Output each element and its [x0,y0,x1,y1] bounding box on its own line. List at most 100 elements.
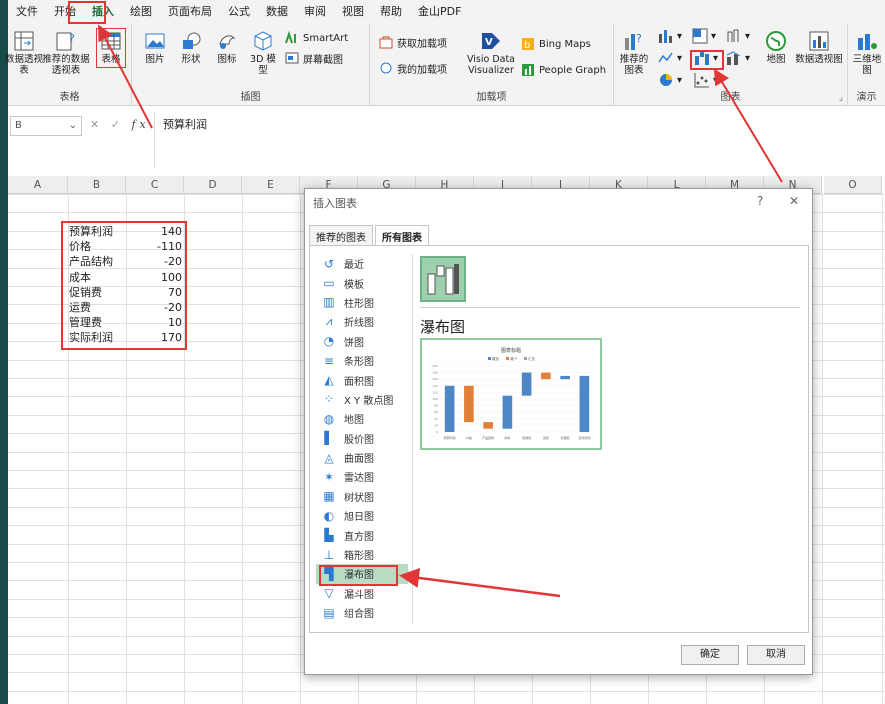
column-header[interactable]: B [68,176,126,194]
people-graph-button[interactable]: People Graph [520,62,606,78]
enter-icon[interactable]: ✓ [111,118,124,131]
waterfall-preview-chart: 图表标题增加 减少 汇总200180160140120100806040200预算利… [432,347,594,440]
column-header[interactable]: C [126,176,184,194]
column-header[interactable]: D [184,176,242,194]
cancel-button[interactable]: 取消 [747,645,805,665]
legend-label: 减少 [510,356,518,361]
y-tick-label: 60 [434,410,438,414]
menu-review[interactable]: 审阅 [296,0,334,24]
chart-type-item[interactable]: ⩘ 折线图 [316,312,408,331]
menu-kingsoft-pdf[interactable]: 金山PDF [410,0,469,24]
icons-icon [215,30,239,52]
recommended-charts-label: 推荐的图表 [619,54,649,76]
column-header[interactable]: O [824,176,882,194]
chart-type-item[interactable]: ≡ 条形图 [316,351,408,370]
chart-type-item[interactable]: ⁘ X Y 散点图 [316,390,408,409]
legend-swatch [524,357,527,360]
legend-swatch [488,357,491,360]
divider [412,254,413,624]
cancel-icon[interactable]: ✕ [90,118,103,131]
formula-input[interactable]: 预算利润 [154,112,885,168]
menu-view[interactable]: 视图 [334,0,372,24]
chart-type-item[interactable]: ✶ 雷达图 [316,467,408,486]
shapes-button[interactable]: 形状 [176,30,206,65]
column-header[interactable]: A [8,176,68,194]
chart-type-item[interactable]: ⊥ 箱形图 [316,545,408,564]
combo-chart-button[interactable]: ▾ [726,50,750,66]
ok-button[interactable]: 确定 [681,645,739,665]
menu-formulas[interactable]: 公式 [220,0,258,24]
bing-maps-button[interactable]: b Bing Maps [520,36,591,52]
y-tick-label: 140 [432,384,438,388]
chart-type-item[interactable]: ▙ 直方图 [316,525,408,544]
3d-map-button[interactable]: 三维地图 [850,30,884,76]
waterfall-subtype-option[interactable] [420,256,466,302]
hierarchy-chart-button[interactable]: ▾ [692,28,716,44]
get-addins-button[interactable]: 获取加载项 [378,34,447,50]
x-category-label: 产品结构 [482,435,494,440]
chart-type-label: 折线图 [344,318,374,330]
smartart-button[interactable]: SmartArt [284,30,348,46]
chart-type-item[interactable]: ◭ 面积图 [316,370,408,389]
screenshot-button[interactable]: 屏幕截图 [284,50,343,66]
chart-type-item[interactable]: ◔ 饼图 [316,332,408,351]
3d-models-button[interactable]: 3D 模型 [246,30,280,76]
statistic-chart-button[interactable]: ▾ [726,28,750,44]
chart-type-icon: ↺ [323,256,335,271]
scatter-chart-button[interactable]: ▾ [694,72,718,88]
tab-all-charts[interactable]: 所有图表 [375,225,429,245]
column-chart-button[interactable]: ▾ [658,28,682,44]
menu-help[interactable]: 帮助 [372,0,410,24]
recommended-pivot-button[interactable]: ? 推荐的数据透视表 [40,30,92,76]
chart-type-item[interactable]: ▦ 树状图 [316,487,408,506]
y-tick-label: 100 [432,397,438,401]
chart-type-item[interactable]: ▥ 柱形图 [316,293,408,312]
chart-type-icon: ◬ [324,450,334,465]
people-graph-icon [520,62,536,78]
pivot-table-label: 数据透视表 [4,54,43,76]
dropdown-arrow: ▾ [677,30,683,42]
column-header[interactable]: E [242,176,300,194]
chart-type-item[interactable]: ▌ 股价图 [316,429,408,448]
chart-type-item[interactable]: ◬ 曲面图 [316,448,408,467]
chart-type-item[interactable]: ◍ 地图 [316,409,408,428]
tab-recommended-charts[interactable]: 推荐的图表 [309,225,373,245]
line-chart-button[interactable]: ▾ [658,50,682,66]
pie-chart-button[interactable]: ▾ [658,72,682,88]
recommended-charts-button[interactable]: ? 推荐的图表 [618,30,650,76]
chart-type-item[interactable]: ◐ 旭日图 [316,506,408,525]
pivot-chart-button[interactable]: 数据透视图 [792,30,846,65]
close-icon[interactable]: ✕ [789,194,799,208]
excel-window: 文件 开始 插入 绘图 页面布局 公式 数据 审阅 视图 帮助 金山PDF 数据… [0,0,885,704]
store-icon [378,34,394,50]
menu-page-layout[interactable]: 页面布局 [160,0,220,24]
fx-icon[interactable]: fx [131,118,149,131]
chart-type-icon: ◍ [323,411,335,426]
my-addins-button[interactable]: 我的加载项 [378,60,447,76]
icons-button[interactable]: 图标 [212,30,242,65]
grid-line [8,690,885,692]
chart-type-item[interactable]: ▽ 漏斗图 [316,584,408,603]
chevron-down-icon[interactable]: ⌄ [69,120,77,131]
chart-preview[interactable]: 图表标题 增加 减少 汇总 200 180 160 140 120 100 80 60 40 20 0 预算利… [420,338,602,450]
help-icon[interactable]: ? [757,194,763,208]
chart-type-item[interactable]: ↺ 最近 [316,254,408,273]
visio-button[interactable]: V Visio Data Visualizer [462,30,520,76]
menu-draw[interactable]: 绘图 [122,0,160,24]
chart-type-item[interactable]: ▭ 模板 [316,273,408,292]
name-box[interactable]: B ⌄ [10,116,82,136]
chart-type-item[interactable]: ▤ 组合图 [316,603,408,622]
chart-type-label: 地图 [344,415,364,427]
name-box-value: B [15,120,22,131]
dialog-launcher-icon[interactable]: ⌟ [839,93,843,103]
3d-map-icon [855,30,879,52]
legend-label: 汇总 [528,356,536,361]
pivot-table-button[interactable]: 数据透视表 [4,30,44,76]
menu-file[interactable]: 文件 [8,0,46,24]
pictures-button[interactable]: 图片 [140,30,170,65]
dropdown-arrow: ▾ [711,30,717,42]
chart-type-label: 模板 [344,279,364,291]
menu-data[interactable]: 数据 [258,0,296,24]
people-graph-label: People Graph [539,64,607,76]
maps-button[interactable]: 地图 [762,30,790,65]
